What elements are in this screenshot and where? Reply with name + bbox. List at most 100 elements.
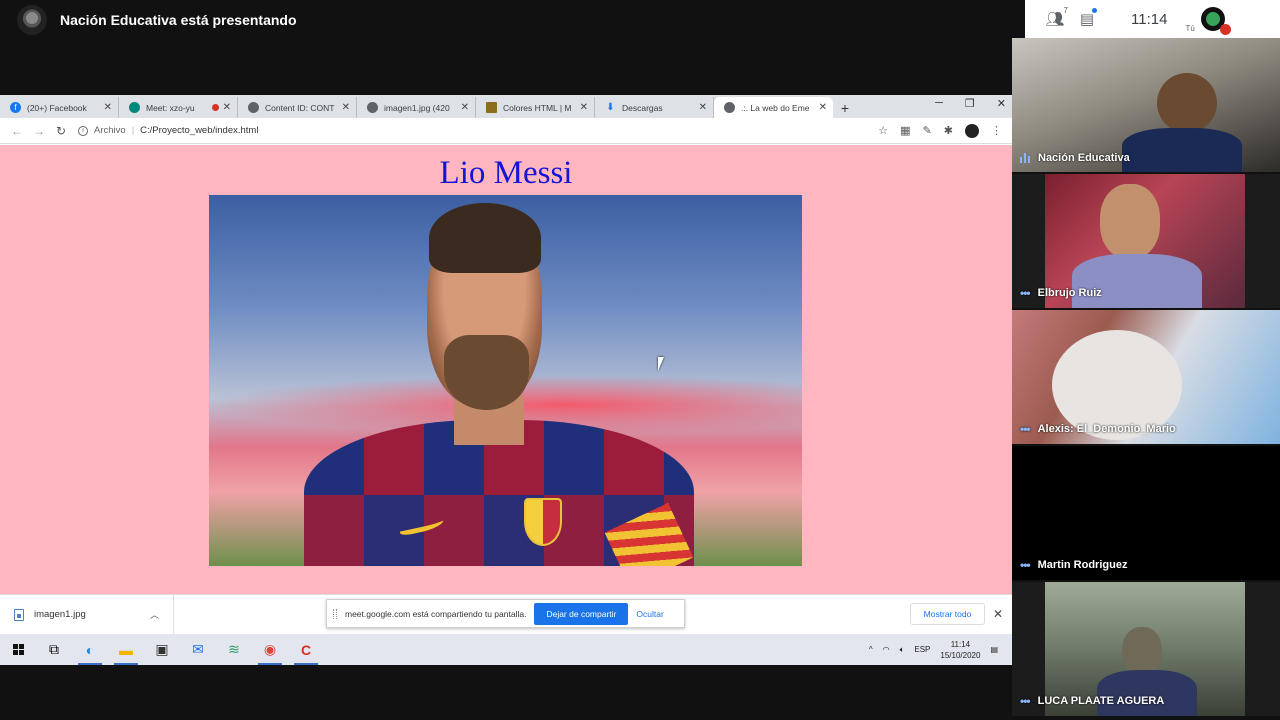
self-label: Tú <box>1185 23 1195 33</box>
url-text: C:/Proyecto_web/index.html <box>140 125 259 136</box>
club-crest <box>524 498 562 546</box>
new-tab-button[interactable]: + <box>833 97 857 118</box>
taskbar-time: 11:14 <box>950 639 971 649</box>
address-bar-row: ← → ↻ i Archivo | C:/Proyecto_web/index.… <box>0 118 1012 144</box>
tab-active-page[interactable]: .:. La web do Eme ✕ <box>714 97 833 118</box>
download-item[interactable]: imagen1.jpg ︿ <box>0 594 174 635</box>
show-all-button[interactable]: Mostrar todo <box>910 603 985 625</box>
app-red-icon[interactable]: C <box>288 634 324 665</box>
presenter-title: Nación Educativa está presentando <box>60 12 297 28</box>
close-window-icon[interactable]: ✕ <box>997 97 1006 110</box>
tab-label: Colores HTML | M <box>503 102 572 113</box>
participant-tile[interactable]: ••• Martin Rodriguez <box>1012 446 1280 580</box>
presenter-avatar <box>17 5 47 35</box>
participant-tile[interactable]: ••• LUCA PLAATE AGUERA <box>1012 582 1280 716</box>
download-filename: imagen1.jpg <box>34 609 86 620</box>
language-indicator[interactable]: ESP <box>914 645 930 654</box>
taskbar-clock[interactable]: 11:14 15/10/2020 <box>940 639 980 661</box>
extension-translate-icon[interactable]: ▦ <box>900 124 910 137</box>
back-icon[interactable]: ← <box>6 124 28 138</box>
edge-icon[interactable]: ◐ <box>72 634 108 665</box>
notifications-icon[interactable]: ▤ <box>990 645 998 654</box>
app-green-icon[interactable]: ≋ <box>216 634 252 665</box>
stop-sharing-button[interactable]: Dejar de compartir <box>534 602 629 625</box>
menu-kebab-icon[interactable]: ⋮ <box>991 124 1002 137</box>
chat-icon[interactable]: ▤ <box>1071 8 1103 28</box>
tab-label: Meet: xzo-yu <box>146 102 195 113</box>
people-icon[interactable]: 👥︎ 7 <box>1039 6 1071 28</box>
share-notice-text: meet.google.com está compartiendo tu pan… <box>345 608 527 619</box>
download-shelf: imagen1.jpg ︿ meet.google.com está compa… <box>0 594 1012 635</box>
close-icon[interactable]: ✕ <box>104 102 112 113</box>
start-button[interactable] <box>0 634 36 665</box>
meet-screen: Nación Educativa está presentando f (20+… <box>0 0 1280 720</box>
tab-label: Descargas <box>622 102 663 113</box>
mouse-cursor-icon <box>658 357 664 371</box>
more-options-icon[interactable]: ••• <box>1020 286 1031 300</box>
extensions-puzzle-icon[interactable]: ✱ <box>944 124 953 137</box>
drag-handle-icon[interactable] <box>333 608 337 619</box>
mail-icon[interactable]: ✉ <box>180 634 216 665</box>
profile-avatar[interactable] <box>965 123 979 138</box>
extension-pen-icon[interactable]: ✎ <box>923 124 932 137</box>
hide-button[interactable]: Ocultar <box>636 609 663 619</box>
browser-tab-strip: f (20+) Facebook ✕ Meet: xzo-yu ✕ Conten… <box>0 95 1012 118</box>
globe-icon <box>248 102 259 113</box>
shared-screen: f (20+) Facebook ✕ Meet: xzo-yu ✕ Conten… <box>0 95 1012 665</box>
window-controls: ─ ❐ ✕ <box>935 97 1006 110</box>
participant-tile[interactable]: ••• Alexis: El_Demonio_Mario <box>1012 310 1280 444</box>
tab-colores-html[interactable]: Colores HTML | M ✕ <box>476 97 595 118</box>
bookmark-star-icon[interactable]: ☆ <box>878 124 888 137</box>
minimize-icon[interactable]: ─ <box>935 97 943 110</box>
wifi-icon[interactable]: ◠ <box>883 645 890 654</box>
presenter-banner: Nación Educativa está presentando <box>0 0 1012 40</box>
close-icon[interactable]: ✕ <box>699 102 707 113</box>
more-options-icon[interactable]: ••• <box>1020 694 1031 708</box>
chevron-up-icon[interactable]: ︿ <box>150 608 159 621</box>
tab-content-id[interactable]: Content ID: CONT ✕ <box>238 97 357 118</box>
store-icon[interactable]: ▣ <box>144 634 180 665</box>
participant-tile[interactable]: ••• Elbrujo Ruiz <box>1012 174 1280 308</box>
close-icon[interactable]: ✕ <box>819 102 827 113</box>
volume-icon[interactable]: 🔈︎ <box>900 645 905 655</box>
close-shelf-icon[interactable]: ✕ <box>993 607 1003 621</box>
tab-label: Content ID: CONT <box>265 102 335 113</box>
tab-descargas[interactable]: ⬇ Descargas ✕ <box>595 97 714 118</box>
globe-icon <box>724 102 735 113</box>
close-icon[interactable]: ✕ <box>223 102 231 113</box>
address-bar[interactable]: i Archivo | C:/Proyecto_web/index.html <box>78 121 878 141</box>
system-tray: ^ ◠ 🔈︎ ESP 11:14 15/10/2020 ▤ <box>869 639 1012 661</box>
colors-icon <box>486 102 497 113</box>
meet-icon <box>129 102 140 113</box>
web-page: Lio Messi <box>0 145 1012 594</box>
mic-off-icon <box>1219 24 1231 35</box>
more-options-icon[interactable]: ••• <box>1020 422 1031 436</box>
info-icon[interactable]: i <box>78 125 88 136</box>
meet-top-bar: 👥︎ 7 ▤ 11:14 Tú <box>1025 0 1280 38</box>
file-explorer-icon[interactable]: ▬ <box>108 634 144 665</box>
close-icon[interactable]: ✕ <box>461 102 469 113</box>
more-options-icon[interactable]: ••• <box>1020 558 1031 572</box>
toolbar-icons: ☆ ▦ ✎ ✱ ⋮ <box>878 123 1012 138</box>
url-protocol: Archivo <box>94 125 126 136</box>
tab-meet[interactable]: Meet: xzo-yu ✕ <box>119 97 238 118</box>
task-view-icon[interactable]: ⧉ <box>36 634 72 665</box>
player-photo <box>209 195 802 566</box>
screen-share-notice: meet.google.com está compartiendo tu pan… <box>326 599 685 628</box>
chevron-up-icon[interactable]: ^ <box>869 645 873 654</box>
chrome-icon[interactable]: ◉ <box>252 634 288 665</box>
facebook-icon: f <box>10 102 21 113</box>
close-icon[interactable]: ✕ <box>342 102 350 113</box>
participant-tile[interactable]: Nación Educativa <box>1012 38 1280 172</box>
reload-icon[interactable]: ↻ <box>50 124 72 138</box>
forward-icon[interactable]: → <box>28 124 50 138</box>
tab-imagen1[interactable]: imagen1.jpg (420 ✕ <box>357 97 476 118</box>
self-avatar[interactable] <box>1200 7 1231 35</box>
close-icon[interactable]: ✕ <box>580 102 588 113</box>
restore-icon[interactable]: ❐ <box>965 97 975 110</box>
participant-name: ••• Alexis: El_Demonio_Mario <box>1020 422 1176 436</box>
recording-icon <box>211 104 219 111</box>
tab-facebook[interactable]: f (20+) Facebook ✕ <box>0 97 119 118</box>
participant-name: ••• Elbrujo Ruiz <box>1020 286 1102 300</box>
tab-label: imagen1.jpg (420 <box>384 102 450 113</box>
